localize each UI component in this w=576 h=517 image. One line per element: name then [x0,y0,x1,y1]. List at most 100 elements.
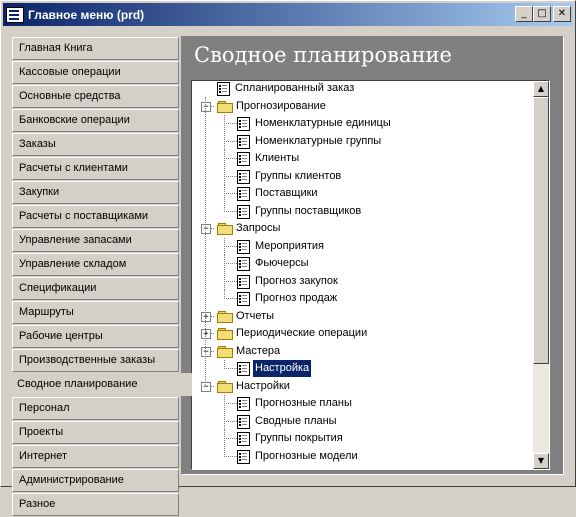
tree-connector [224,448,225,457]
tree-item-row[interactable]: Мероприятия [192,238,533,255]
nav-item[interactable]: Интернет [12,445,179,468]
tree-connector [224,298,237,299]
tree-item-row[interactable]: Прогноз закупок [192,273,533,290]
tree-item-row[interactable]: Группы поставщиков [192,203,533,220]
tree-item-row[interactable]: Группы покрытия [192,430,533,447]
nav-item[interactable]: Кассовые операции [12,61,179,84]
tree-connector [224,203,225,212]
tree-label: Клиенты [255,152,300,164]
tree-connector [224,150,225,167]
nav-item[interactable]: Разное [12,493,179,516]
tree-item-row[interactable]: Прогноз продаж [192,290,533,307]
tree-label: Периодические операции [236,327,368,339]
nav-item[interactable]: Спецификации [12,277,179,300]
expand-icon[interactable]: + [201,329,211,339]
tree-label: Группы поставщиков [255,205,362,217]
tree-connector [224,273,225,290]
scroll-thumb[interactable] [533,97,549,364]
tree-connector [224,413,225,430]
nav-item[interactable]: Заказы [12,133,179,156]
tree-item-row[interactable]: Прогнозные модели [192,448,533,465]
tree-connector [224,430,225,447]
nav-item[interactable]: Сводное планирование [10,373,192,396]
tree-connector [224,421,237,422]
tree-folder-row[interactable]: − Прогнозирование [192,98,533,115]
collapse-icon[interactable]: − [201,102,211,112]
tree-connector [224,115,225,132]
scroll-down-button[interactable]: ▼ [533,453,549,469]
form-icon [237,152,250,166]
tree-connector [224,211,237,212]
tree-connector [224,403,237,404]
tree-item-row[interactable]: Настройка [192,359,533,378]
collapse-icon[interactable]: − [201,347,211,357]
tree-item-row[interactable]: Фьючерсы [192,255,533,272]
folder-icon [217,101,233,113]
tree-folder-row[interactable]: + Периодические операции [192,325,533,342]
tree-item-row[interactable]: Поставщики [192,185,533,202]
collapse-icon[interactable]: − [201,224,211,234]
tree-label: Спланированный заказ [235,82,355,94]
close-button[interactable]: ✕ [553,6,571,22]
scroll-up-button[interactable]: ▲ [533,81,549,97]
tree-label: Номенклатурные группы [255,135,382,147]
tree-label: Прогноз закупок [255,275,338,287]
tree-connector [224,168,225,185]
tree-item-row[interactable]: Номенклатурные единицы [192,115,533,132]
nav-item[interactable]: Управление запасами [12,229,179,252]
tree-label: Мастера [236,345,281,357]
form-icon [237,187,250,201]
form-icon [237,432,250,446]
form-icon [237,450,250,464]
nav-item[interactable]: Расчеты с поставщиками [12,205,179,228]
title-bar[interactable]: Главное меню (prd) _ □ ✕ [3,3,573,26]
tree-item-row[interactable]: Сводные планы [192,413,533,430]
nav-item[interactable]: Производственные заказы [12,349,179,372]
tree-connector [205,97,206,387]
tree-connector [224,290,225,299]
expand-icon[interactable]: + [201,312,211,322]
module-nav: Главная Книга Кассовые операции Основные с… [10,37,192,517]
maximize-button[interactable]: □ [533,6,551,22]
folder-icon [217,311,233,323]
nav-item[interactable]: Расчеты с клиентами [12,157,179,180]
tree-item-row[interactable]: Номенклатурные группы [192,133,533,150]
tree-connector [224,246,237,247]
tree-connector [224,281,237,282]
tree-folder-row[interactable]: − Настройки [192,378,533,395]
nav-item[interactable]: Администрирование [12,469,179,492]
tree-connector [224,158,237,159]
tree-item-row[interactable]: Клиенты [192,150,533,167]
nav-item[interactable]: Рабочие центры [12,325,179,348]
nav-item[interactable]: Управление складом [12,253,179,276]
tree-label: Номенклатурные единицы [255,117,391,129]
menu-tree: Спланированный заказ − Прогнозирование Номе… [191,80,550,470]
form-icon [237,240,250,254]
tree-item-row[interactable]: Прогнозные планы [192,395,533,412]
tree-label: Настройки [236,380,290,392]
tree-item-row[interactable]: Спланированный заказ [192,81,533,97]
collapse-icon[interactable]: − [201,382,211,392]
tree-label: Группы покрытия [255,432,343,444]
nav-item[interactable]: Главная Книга [12,37,179,60]
nav-item[interactable]: Банковские операции [12,109,179,132]
tree-folder-row[interactable]: − Мастера [192,343,533,360]
tree-folder-row[interactable]: + Отчеты [192,308,533,325]
tree-label: Прогнозные модели [255,450,358,462]
tree-connector [224,368,237,369]
vertical-scrollbar[interactable]: ▲ ▼ [533,81,549,469]
nav-item[interactable]: Закупки [12,181,179,204]
tree-connector [224,255,225,272]
tree-folder-row[interactable]: − Запросы [192,220,533,237]
form-icon [217,82,230,96]
tree-connector [224,176,237,177]
nav-item[interactable]: Проекты [12,421,179,444]
nav-item[interactable]: Персонал [12,397,179,420]
nav-item[interactable]: Основные средства [12,85,179,108]
minimize-button[interactable]: _ [515,6,533,22]
nav-item[interactable]: Маршруты [12,301,179,324]
folder-icon [217,223,233,235]
tree-item-row[interactable]: Группы клиентов [192,168,533,185]
folder-icon [217,328,233,340]
tree-connector [224,360,225,369]
